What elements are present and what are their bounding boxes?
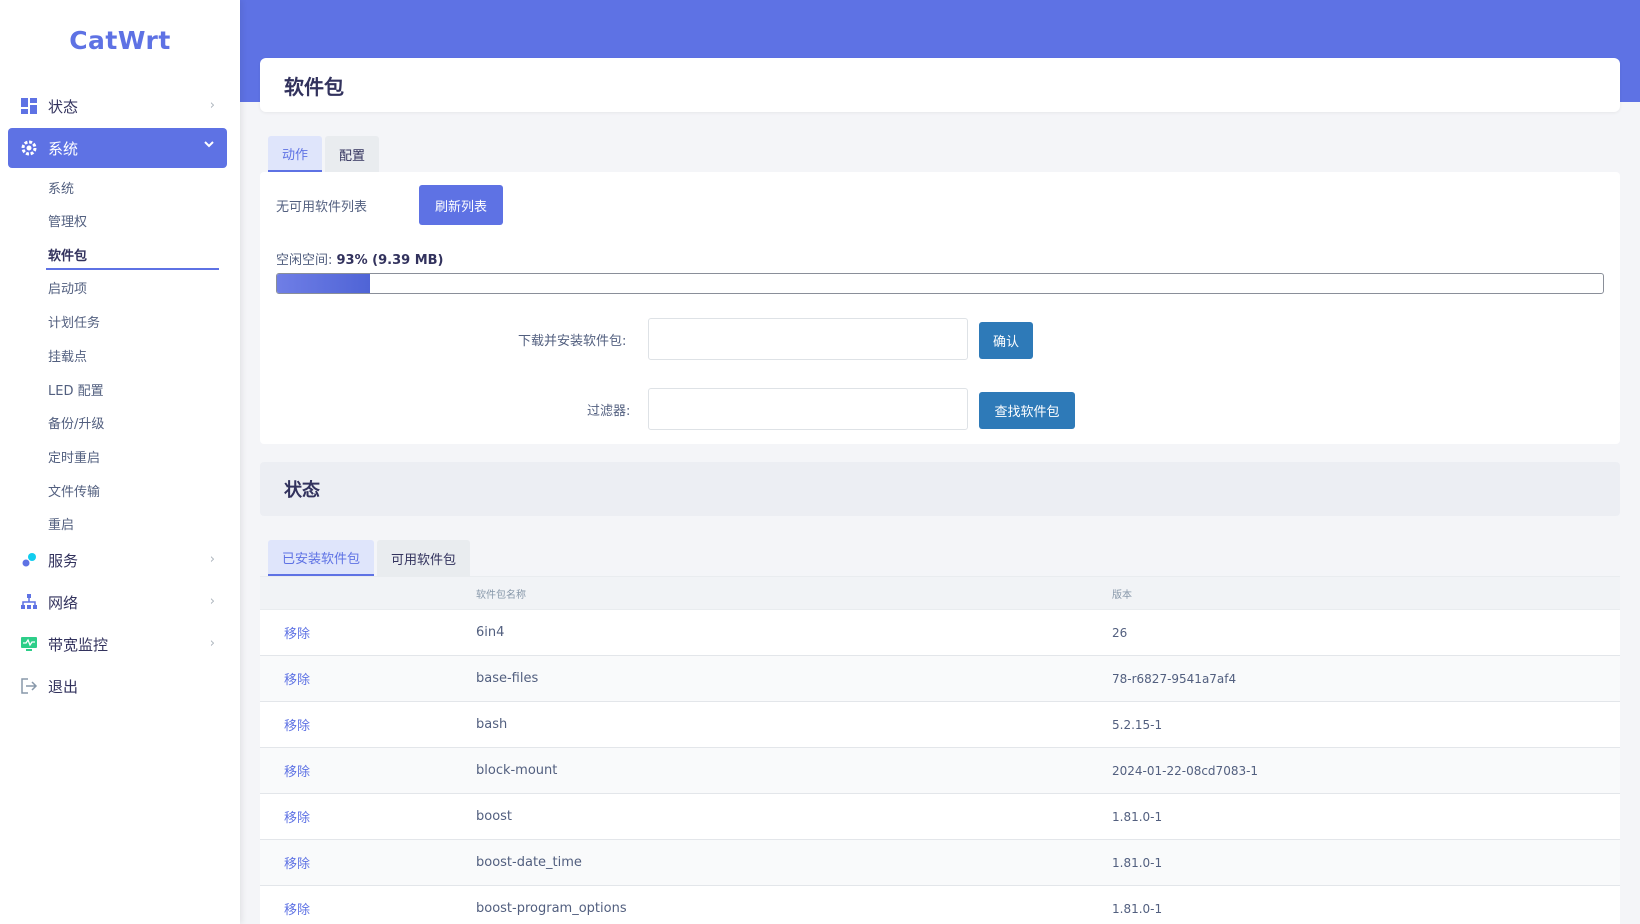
remove-link[interactable]: 移除 xyxy=(284,673,310,688)
submenu-mounts[interactable]: 挂载点 xyxy=(48,346,87,365)
remove-link[interactable]: 移除 xyxy=(284,811,310,826)
packages-table: 软件包名称 版本 移除 6in4 26 移除 base-files 78-r6827-95… xyxy=(260,576,1620,924)
chevron-right-icon: › xyxy=(209,594,215,609)
download-label: 下载并安装软件包: xyxy=(518,334,627,349)
menu-item-bandwidth[interactable]: 带宽监控 › xyxy=(8,624,227,664)
confirm-button[interactable]: 确认 xyxy=(979,322,1033,359)
chevron-right-icon: › xyxy=(209,98,215,113)
submenu-backup[interactable]: 备份/升级 xyxy=(48,413,104,432)
submenu-startup[interactable]: 启动项 xyxy=(48,278,87,297)
monitor-icon xyxy=(20,635,38,653)
package-name: boost-program_options xyxy=(476,901,627,916)
table-row: 移除 boost 1.81.0-1 xyxy=(260,794,1620,840)
status-section-title: 状态 xyxy=(260,462,1620,516)
package-name: boost-date_time xyxy=(476,855,582,870)
tab-available-packages[interactable]: 可用软件包 xyxy=(377,540,471,576)
table-row: 移除 base-files 78-r6827-9541a7af4 xyxy=(260,656,1620,702)
download-input[interactable] xyxy=(648,318,968,360)
table-header: 软件包名称 版本 xyxy=(260,576,1620,610)
menu-label-services: 服务 xyxy=(48,551,79,570)
tab-installed-packages[interactable]: 已安装软件包 xyxy=(268,540,375,576)
tab-actions[interactable]: 动作 xyxy=(268,136,323,172)
tab-config[interactable]: 配置 xyxy=(325,136,380,172)
remove-link[interactable]: 移除 xyxy=(284,719,310,734)
remove-link[interactable]: 移除 xyxy=(284,857,310,872)
cogs-icon xyxy=(20,551,38,569)
table-row: 移除 boost-date_time 1.81.0-1 xyxy=(260,840,1620,886)
package-version: 1.81.0-1 xyxy=(1112,809,1163,824)
header-version: 版本 xyxy=(1112,589,1132,601)
package-version: 1.81.0-1 xyxy=(1112,901,1163,916)
table-row: 移除 block-mount 2024-01-22-08cd7083-1 xyxy=(260,748,1620,794)
remove-link[interactable]: 移除 xyxy=(284,627,310,642)
dashboard-icon xyxy=(20,97,38,115)
package-name: boost xyxy=(476,809,513,824)
action-tabs: 动作 配置 xyxy=(268,136,382,172)
package-name: block-mount xyxy=(476,763,558,778)
active-submenu-indicator xyxy=(46,268,219,270)
package-version: 26 xyxy=(1112,625,1128,640)
menu-label-status: 状态 xyxy=(48,97,79,116)
package-version: 1.81.0-1 xyxy=(1112,855,1163,870)
submenu-admin[interactable]: 管理权 xyxy=(48,211,87,230)
table-body: 移除 6in4 26 移除 base-files 78-r6827-9541a7af4 移除… xyxy=(260,610,1620,924)
submenu-reboot[interactable]: 重启 xyxy=(48,514,74,533)
remove-link[interactable]: 移除 xyxy=(284,903,310,918)
table-row: 移除 6in4 26 xyxy=(260,610,1620,656)
submenu-scheduled-reboot[interactable]: 定时重启 xyxy=(48,447,100,466)
menu-item-logout[interactable]: 退出 xyxy=(8,666,227,706)
submenu-led[interactable]: LED 配置 xyxy=(48,380,104,399)
table-row: 移除 boost-program_options 1.81.0-1 xyxy=(260,886,1620,924)
gear-icon xyxy=(20,139,38,157)
package-name: 6in4 xyxy=(476,625,505,640)
menu-item-network[interactable]: 网络 › xyxy=(8,582,227,622)
brand-logo[interactable]: CatWrt xyxy=(0,0,240,80)
page-title: 软件包 xyxy=(260,58,1620,112)
menu-item-services[interactable]: 服务 › xyxy=(8,540,227,580)
table-row: 移除 bash 5.2.15-1 xyxy=(260,702,1620,748)
menu-label-system: 系统 xyxy=(48,139,79,158)
chevron-right-icon: › xyxy=(209,636,215,651)
filter-label: 过滤器: xyxy=(587,404,631,419)
free-space-bar-fill xyxy=(277,274,370,293)
package-version: 5.2.15-1 xyxy=(1112,717,1163,732)
submenu-packages[interactable]: 软件包 xyxy=(48,245,87,264)
sitemap-icon xyxy=(20,593,38,611)
submenu-system[interactable]: 系统 xyxy=(48,178,74,197)
free-space-label: 空闲空间: 93% (9.39 MB) xyxy=(276,249,444,268)
remove-link[interactable]: 移除 xyxy=(284,765,310,780)
submenu-crontab[interactable]: 计划任务 xyxy=(48,312,100,331)
menu-item-system[interactable]: 系统 xyxy=(8,128,227,168)
submenu-file-transfer[interactable]: 文件传输 xyxy=(48,481,100,500)
package-version: 2024-01-22-08cd7083-1 xyxy=(1112,763,1259,778)
menu-label-logout: 退出 xyxy=(48,677,79,696)
package-tabs: 已安装软件包 可用软件包 xyxy=(268,540,473,576)
chevron-right-icon: › xyxy=(209,552,215,567)
package-name: base-files xyxy=(476,671,539,686)
header-package-name: 软件包名称 xyxy=(476,589,526,601)
package-name: bash xyxy=(476,717,508,732)
chevron-down-icon xyxy=(203,138,215,154)
refresh-list-button[interactable]: 刷新列表 xyxy=(419,185,503,225)
filter-input[interactable] xyxy=(648,388,968,430)
sidebar: CatWrt 状态 › 系统 系统 管理权 软件包 启动项 计划任务 挂载点 L… xyxy=(0,0,240,924)
logout-icon xyxy=(20,677,38,695)
find-package-button[interactable]: 查找软件包 xyxy=(979,392,1075,429)
menu-item-status[interactable]: 状态 › xyxy=(8,86,227,126)
free-space-value: 93% (9.39 MB) xyxy=(336,253,444,268)
free-space-prefix: 空闲空间: xyxy=(276,253,337,268)
free-space-bar xyxy=(276,273,1604,294)
no-list-text: 无可用软件列表 xyxy=(276,200,368,215)
menu-label-network: 网络 xyxy=(48,593,79,612)
package-version: 78-r6827-9541a7af4 xyxy=(1112,671,1237,686)
menu-label-bandwidth: 带宽监控 xyxy=(48,635,109,654)
